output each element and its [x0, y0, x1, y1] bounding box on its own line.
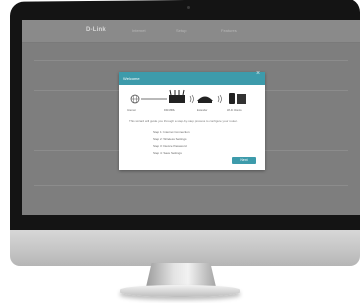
device-label-clients: Wi-Fi Clients	[227, 109, 242, 112]
step-item: Step 1: Internet Connection	[153, 130, 190, 134]
dialog-header: Welcome	[119, 72, 265, 85]
brand-logo: D-Link	[86, 27, 106, 33]
monitor: D-Link Internet Setup Features Welcome ×	[0, 0, 360, 303]
step-item: Step 3: Device Password	[153, 144, 187, 148]
device-label-internet: Internet	[127, 109, 136, 112]
divider	[34, 60, 348, 61]
step-item: Step 2: Wireless Settings	[153, 137, 187, 141]
wifi-waves-icon	[189, 94, 194, 104]
monitor-stand-neck	[146, 263, 216, 287]
router-icon	[169, 89, 185, 103]
device-label-extender: Extender	[197, 109, 208, 112]
wifi-waves-icon	[217, 94, 222, 104]
dialog-title: Welcome	[123, 76, 140, 81]
nav-item-internet[interactable]: Internet	[132, 28, 146, 33]
extender-icon	[197, 96, 213, 103]
router-header: D-Link Internet Setup Features	[22, 20, 360, 43]
client-devices-icon	[229, 93, 246, 104]
device-label-router: DIR-868L	[164, 109, 176, 112]
next-button[interactable]: Next	[232, 157, 256, 164]
monitor-chin	[10, 230, 360, 266]
camera-icon	[187, 6, 190, 9]
close-icon[interactable]: ×	[256, 70, 260, 77]
divider	[34, 185, 348, 186]
monitor-stand-foot	[120, 285, 240, 297]
globe-icon	[130, 94, 140, 104]
screen: D-Link Internet Setup Features Welcome ×	[22, 20, 360, 215]
step-item: Step 4: Save Settings	[153, 151, 182, 155]
setup-wizard-dialog: Welcome × Internet DIR-868L Extender Wi-…	[119, 70, 265, 170]
nav-item-features[interactable]: Features	[221, 28, 237, 33]
wizard-description: This wizard will guide you through a ste…	[129, 119, 238, 123]
nav-item-setup[interactable]: Setup	[176, 28, 186, 33]
